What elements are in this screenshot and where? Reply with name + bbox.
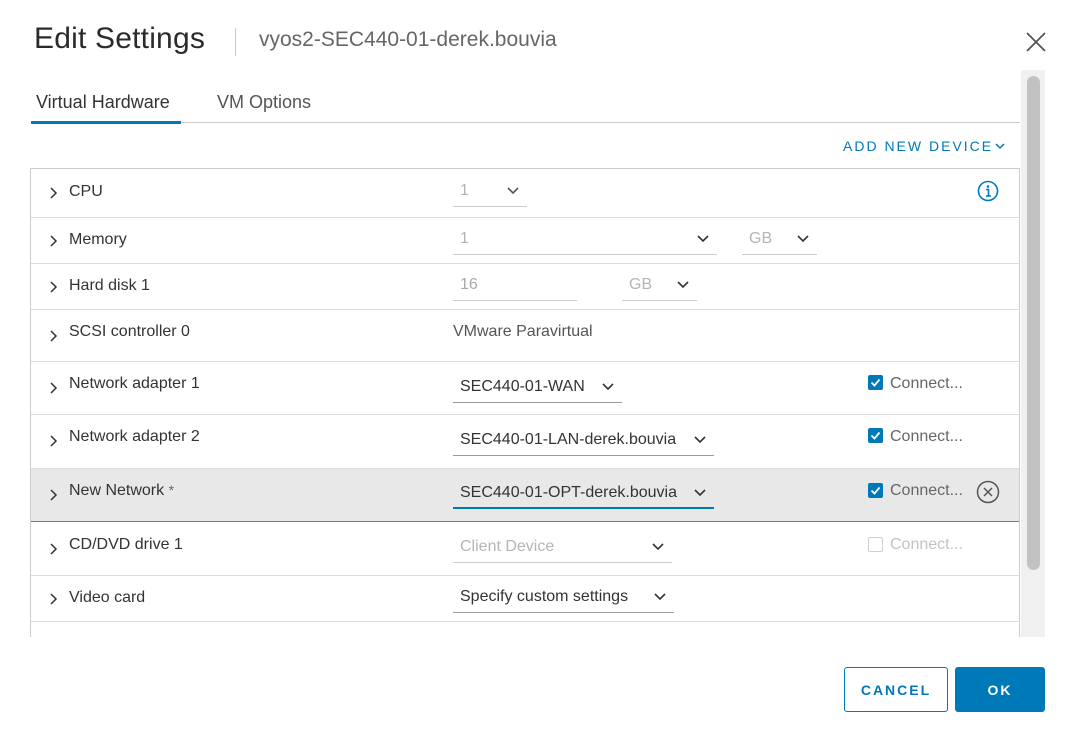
network-adapter-2-connect-checkbox[interactable] (868, 428, 883, 443)
chevron-right-icon[interactable] (49, 187, 59, 199)
chevron-down-icon (694, 436, 706, 444)
cancel-button[interactable]: CANCEL (844, 667, 948, 712)
ok-button[interactable]: OK (955, 667, 1045, 712)
row-cd-dvd-drive: CD/DVD drive 1 Client Device Connect... (31, 522, 1019, 576)
hard-disk-unit: GB (629, 276, 653, 293)
hard-disk-size: 16 (460, 276, 478, 293)
checkmark-icon (870, 486, 881, 495)
video-card-select[interactable]: Specify custom settings (453, 583, 674, 613)
row-network-adapter-1: Network adapter 1 SEC440-01-WAN Connect.… (31, 362, 1019, 415)
info-icon[interactable] (977, 180, 999, 202)
video-card-value: Specify custom settings (460, 588, 629, 605)
chevron-down-icon (677, 281, 689, 289)
row-video-card: Video card Specify custom settings (31, 576, 1019, 622)
memory-label: Memory (69, 231, 127, 248)
network-adapter-1-value: SEC440-01-WAN (460, 378, 585, 395)
new-network-connect-checkbox[interactable] (868, 483, 883, 498)
chevron-right-icon[interactable] (49, 382, 59, 394)
cd-dvd-select[interactable]: Client Device (453, 533, 672, 563)
network-adapter-1-connect-label[interactable]: Connect... (890, 375, 963, 393)
cd-dvd-label: CD/DVD drive 1 (69, 536, 183, 553)
chevron-right-icon[interactable] (49, 235, 59, 247)
row-hard-disk: Hard disk 1 16 GB (31, 264, 1019, 310)
hard-disk-size-input[interactable]: 16 (453, 271, 577, 301)
network-adapter-2-connect-label[interactable]: Connect... (890, 428, 963, 446)
network-adapter-2-select[interactable]: SEC440-01-LAN-derek.bouvia (453, 426, 714, 456)
network-adapter-1-connect-checkbox[interactable] (868, 375, 883, 390)
checkmark-icon (870, 431, 881, 440)
scrollbar[interactable] (1021, 70, 1045, 637)
add-new-device-button[interactable]: ADD NEW DEVICE (843, 138, 1005, 154)
chevron-down-icon (654, 593, 666, 601)
new-network-select[interactable]: SEC440-01-OPT-derek.bouvia (453, 479, 714, 509)
new-network-label: New Network * (69, 482, 174, 500)
row-memory: Memory 1 GB (31, 218, 1019, 264)
memory-unit: GB (749, 230, 773, 247)
chevron-right-icon[interactable] (49, 593, 59, 605)
tab-bar: Virtual Hardware VM Options (31, 88, 1020, 124)
tab-vm-options[interactable]: VM Options (217, 88, 311, 123)
hard-disk-unit-select[interactable]: GB (622, 271, 697, 301)
network-adapter-2-label: Network adapter 2 (69, 428, 200, 445)
new-network-label-text: New Network (69, 482, 165, 499)
scsi-label: SCSI controller 0 (69, 323, 190, 340)
row-scsi-controller: SCSI controller 0 VMware Paravirtual (31, 310, 1019, 362)
scrollbar-thumb[interactable] (1027, 76, 1040, 570)
row-network-adapter-2: Network adapter 2 SEC440-01-LAN-derek.bo… (31, 415, 1019, 469)
memory-unit-select[interactable]: GB (742, 225, 817, 255)
cd-dvd-connect-label: Connect... (890, 536, 963, 553)
chevron-down-icon (694, 489, 706, 497)
edit-settings-dialog: Edit Settings vyos2-SEC440-01-derek.bouv… (0, 0, 1072, 737)
new-network-connect-label[interactable]: Connect... (890, 482, 963, 500)
row-cpu: CPU 1 (31, 169, 1019, 218)
chevron-down-icon (652, 543, 664, 551)
cd-dvd-value: Client Device (460, 538, 555, 555)
remove-circle-icon[interactable] (976, 480, 1000, 504)
required-mark: * (168, 482, 175, 498)
new-network-value: SEC440-01-OPT-derek.bouvia (460, 484, 677, 501)
network-adapter-1-select[interactable]: SEC440-01-WAN (453, 373, 622, 403)
cpu-value: 1 (460, 182, 469, 199)
row-new-network: New Network * SEC440-01-OPT-derek.bouvia… (31, 469, 1019, 522)
title-divider (235, 28, 236, 56)
scsi-type: VMware Paravirtual (453, 323, 593, 340)
chevron-down-icon (602, 383, 614, 391)
chevron-down-icon (797, 235, 809, 243)
video-card-label: Video card (69, 589, 146, 606)
memory-value: 1 (460, 230, 469, 247)
add-new-device-label: ADD NEW DEVICE (843, 138, 994, 154)
hard-disk-label: Hard disk 1 (69, 277, 150, 294)
chevron-right-icon[interactable] (49, 330, 59, 342)
network-adapter-2-value: SEC440-01-LAN-derek.bouvia (460, 431, 677, 448)
cd-dvd-connect-checkbox[interactable] (868, 537, 883, 552)
dialog-title: Edit Settings (34, 22, 206, 55)
memory-select[interactable]: 1 (453, 225, 717, 255)
cpu-select[interactable]: 1 (453, 177, 527, 207)
checkmark-icon (870, 378, 881, 387)
tab-virtual-hardware[interactable]: Virtual Hardware (31, 88, 181, 124)
chevron-right-icon[interactable] (49, 281, 59, 293)
chevron-right-icon[interactable] (49, 489, 59, 501)
hardware-table: CPU 1 Memory 1 GB Hard disk 1 16 GB SCSI… (30, 168, 1020, 637)
close-icon[interactable] (1024, 30, 1048, 54)
chevron-down-icon (507, 187, 519, 195)
cpu-label: CPU (69, 183, 103, 200)
vm-name: vyos2-SEC440-01-derek.bouvia (259, 28, 557, 51)
chevron-right-icon[interactable] (49, 435, 59, 447)
chevron-down-icon (697, 235, 709, 243)
network-adapter-1-label: Network adapter 1 (69, 375, 200, 392)
chevron-right-icon[interactable] (49, 543, 59, 555)
chevron-down-icon (995, 143, 1005, 150)
